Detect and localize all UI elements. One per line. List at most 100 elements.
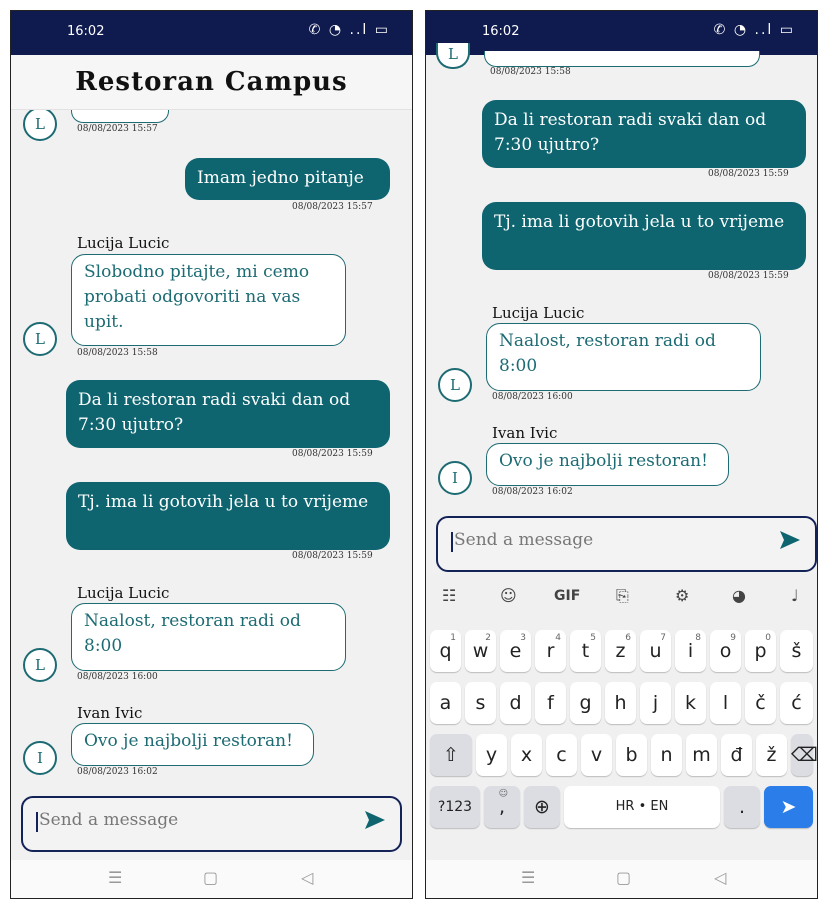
avatar: L [23, 322, 57, 356]
key-c-caron[interactable]: č [745, 682, 776, 724]
key-v[interactable]: v [581, 734, 612, 776]
key-s[interactable]: s [465, 682, 496, 724]
key-d-stroke[interactable]: đ [721, 734, 752, 776]
avatar: L [436, 43, 470, 69]
gif-button[interactable]: GIF [554, 588, 580, 604]
outgoing-message[interactable]: Imam jedno pitanje [185, 158, 390, 200]
sender-name: Lucija Lucic [77, 584, 170, 602]
status-icons: ✆ ◔ ..l ▭ [308, 22, 390, 38]
space-key[interactable]: HR • EN [564, 786, 720, 828]
system-nav-bar: ☰ ▢ ◁ [426, 860, 817, 898]
apps-grid-icon[interactable]: ☷ [442, 586, 456, 605]
key-w[interactable]: 2w [465, 630, 496, 672]
microphone-icon[interactable]: ♩ [791, 586, 799, 605]
key-n[interactable]: n [651, 734, 682, 776]
key-s-caron[interactable]: š [780, 630, 813, 672]
message-timestamp: 08/08/2023 15:58 [77, 348, 158, 358]
chat-screen-right: 16:02 ✆ ◔ ..l ▭ L 08/08/2023 15:58 Da li… [425, 10, 818, 899]
clipboard-icon[interactable]: ⎘ [616, 586, 629, 606]
message-input[interactable]: Send a message [21, 796, 402, 852]
key-c-acute[interactable]: ć [780, 682, 813, 724]
outgoing-message[interactable]: Da li restoran radi svaki dan od 7:30 uj… [482, 100, 806, 168]
message-timestamp: 08/08/2023 15:59 [292, 449, 373, 459]
key-z[interactable]: 6z [605, 630, 636, 672]
key-y[interactable]: y [476, 734, 507, 776]
key-t[interactable]: 5t [570, 630, 601, 672]
symbols-key[interactable]: ?123 [430, 786, 480, 828]
globe-icon[interactable]: ⊕ [524, 786, 560, 828]
sender-name: Lucija Lucic [77, 234, 170, 252]
incoming-message[interactable]: Slobodno pitajte, mi cemo probati odgovo… [71, 254, 346, 346]
partial-incoming-bubble [484, 51, 760, 67]
key-q[interactable]: 1q [430, 630, 461, 672]
back-icon[interactable]: ◁ [714, 868, 726, 887]
message-input[interactable]: Send a message [436, 516, 817, 572]
avatar: L [23, 648, 57, 682]
key-r[interactable]: 4r [535, 630, 566, 672]
app-header: Restoran Campus [11, 55, 412, 110]
sender-name: Lucija Lucic [492, 304, 585, 322]
menu-icon[interactable]: ☰ [521, 868, 535, 887]
key-z-caron[interactable]: ž [756, 734, 787, 776]
key-k[interactable]: k [675, 682, 706, 724]
key-c[interactable]: c [546, 734, 577, 776]
outgoing-message[interactable]: Da li restoran radi svaki dan od 7:30 uj… [66, 380, 390, 448]
status-bar: 16:02 ✆ ◔ ..l ▭ [426, 11, 817, 55]
message-timestamp: 08/08/2023 15:59 [292, 551, 373, 561]
message-timestamp: 08/08/2023 15:58 [490, 67, 571, 77]
key-m[interactable]: m [686, 734, 717, 776]
send-icon[interactable] [364, 810, 386, 830]
incoming-message[interactable]: Naalost, restoran radi od 8:00 [486, 323, 761, 391]
status-time: 16:02 [482, 24, 520, 39]
key-g[interactable]: g [570, 682, 601, 724]
key-e[interactable]: 3e [500, 630, 531, 672]
avatar: I [438, 461, 472, 495]
palette-icon[interactable]: ◕ [732, 586, 746, 605]
menu-icon[interactable]: ☰ [108, 868, 122, 887]
key-i[interactable]: 8i [675, 630, 706, 672]
system-nav-bar: ☰ ▢ ◁ [11, 860, 412, 898]
home-icon[interactable]: ▢ [203, 868, 218, 887]
emoji-comma-key[interactable]: ☺, [484, 786, 520, 828]
key-o[interactable]: 9o [710, 630, 741, 672]
avatar: I [23, 741, 57, 775]
sender-name: Ivan Ivic [492, 424, 558, 442]
key-x[interactable]: x [511, 734, 542, 776]
backspace-key[interactable]: ⌫ [791, 734, 817, 776]
message-timestamp: 08/08/2023 16:00 [492, 392, 573, 402]
incoming-message[interactable]: Ovo je najbolji restoran! [71, 723, 314, 766]
settings-icon[interactable]: ⚙ [675, 586, 689, 605]
send-icon[interactable] [779, 530, 801, 550]
message-timestamp: 08/08/2023 16:00 [77, 672, 158, 682]
home-icon[interactable]: ▢ [616, 868, 631, 887]
key-h[interactable]: h [605, 682, 636, 724]
key-d[interactable]: d [500, 682, 531, 724]
incoming-message[interactable]: Ovo je najbolji restoran! [486, 443, 729, 486]
emoji-icon: ☺ [498, 789, 508, 799]
status-time: 16:02 [67, 24, 105, 39]
key-a[interactable]: a [430, 682, 461, 724]
key-j[interactable]: j [640, 682, 671, 724]
key-f[interactable]: f [535, 682, 566, 724]
page-title: Restoran Campus [75, 67, 348, 97]
status-icons: ✆ ◔ ..l ▭ [713, 22, 795, 38]
avatar: L [438, 368, 472, 402]
outgoing-message[interactable]: Tj. ima li gotovih jela u to vrijeme [482, 202, 806, 270]
message-input-placeholder: Send a message [450, 530, 594, 552]
avatar: L [23, 107, 57, 141]
sticker-icon[interactable]: ☺ [500, 586, 517, 605]
shift-key[interactable]: ⇧ [430, 734, 472, 776]
key-b[interactable]: b [616, 734, 647, 776]
key-l[interactable]: l [710, 682, 741, 724]
enter-key[interactable]: ➤ [764, 786, 813, 828]
message-timestamp: 08/08/2023 15:57 [292, 202, 373, 212]
key-u[interactable]: 7u [640, 630, 671, 672]
back-icon[interactable]: ◁ [301, 868, 313, 887]
outgoing-message[interactable]: Tj. ima li gotovih jela u to vrijeme [66, 482, 390, 550]
key-p[interactable]: 0p [745, 630, 776, 672]
period-key[interactable]: . [724, 786, 760, 828]
message-timestamp: 08/08/2023 16:02 [77, 767, 158, 777]
keyboard: ☷ ☺ GIF ⎘ ⚙ ◕ ♩ 1q 2w 3e 4r 5t 6z 7u 8i … [426, 574, 817, 860]
incoming-message[interactable]: Naalost, restoran radi od 8:00 [71, 603, 346, 671]
message-input-placeholder: Send a message [35, 810, 179, 832]
